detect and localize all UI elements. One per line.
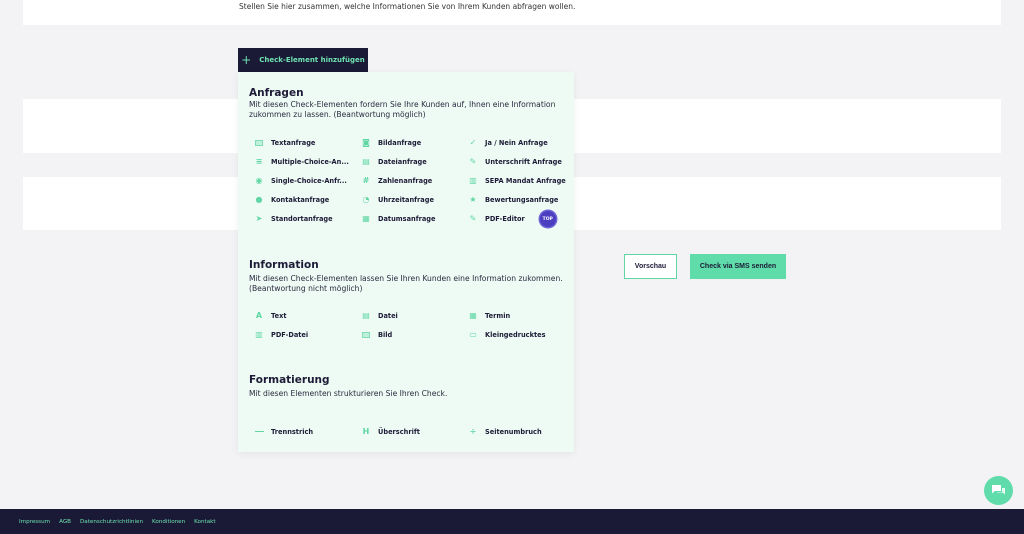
check-element-dropdown: Anfragen Mit diesen Check-Elementen ford… [238,72,574,452]
section-title-anfragen: Anfragen [249,87,304,99]
send-sms-button[interactable]: Check via SMS senden [690,254,786,279]
footer-link-datenschutz[interactable]: Datenschutzrichtlinien [80,519,143,525]
item-label: Bewertungsanfrage [485,196,559,205]
pdf-icon: ▥ [255,329,263,339]
item-uhrzeitanfrage[interactable]: ◔ Uhrzeitanfrage [361,191,468,210]
item-label: Textanfrage [271,138,316,147]
item-datumsanfrage[interactable]: ▦ Datumsanfrage [361,210,468,229]
section-desc-anfragen: Mit diesen Check-Elementen fordern Sie I… [249,100,556,119]
anfragen-grid: Textanfrage ◙ Bildanfrage ✓ Ja / Nein An… [254,133,572,229]
add-check-element-button[interactable]: + Check-Element hinzufügen [238,48,368,72]
footer-link-impressum[interactable]: Impressum [19,519,50,525]
item-label: Standortanfrage [271,215,333,224]
item-label: Seitenumbruch [485,427,542,436]
footer: Impressum AGB Datenschutzrichtlinien Kon… [0,509,1024,534]
item-label: PDF-Datei [271,330,309,339]
item-unterschrift-anfrage[interactable]: ✎ Unterschrift Anfrage [468,152,572,171]
calendar-icon: ▦ [469,310,477,320]
item-kleingedrucktes[interactable]: ▭ Kleingedrucktes [468,325,572,344]
page-break-icon: ÷ [469,426,477,436]
item-label: Termin [485,311,511,320]
calendar-icon: ▦ [362,214,370,224]
item-pdf-editor[interactable]: ✎ PDF-Editor TOP [468,210,572,229]
item-ueberschrift[interactable]: H Überschrift [361,422,468,441]
list-icon: ≡ [255,156,263,166]
file-upload-icon: ▤ [362,156,370,166]
item-pdf-datei[interactable]: ▥ PDF-Datei [254,325,361,344]
item-datei[interactable]: ▤ Datei [361,306,468,325]
item-label: Dateianfrage [378,157,427,166]
section-title-formatierung: Formatierung [249,374,330,386]
footer-link-agb[interactable]: AGB [59,519,71,525]
item-label: Kleingedrucktes [485,330,546,339]
add-check-element-label: Check-Element hinzufügen [259,56,365,64]
item-bildanfrage[interactable]: ◙ Bildanfrage [361,133,468,152]
item-label: PDF-Editor [485,215,525,224]
item-multiple-choice-anfrage[interactable]: ≡ Multiple-Choice-An... [254,152,361,171]
item-seitenumbruch[interactable]: ÷ Seitenumbruch [468,422,572,441]
item-label: SEPA Mandat Anfrage [485,176,566,185]
heading-icon: H [362,426,370,436]
item-termin[interactable]: ▦ Termin [468,306,572,325]
item-label: Überschrift [378,427,420,436]
camera-icon: ◙ [362,137,370,147]
top-badge: TOP [539,211,556,228]
item-label: Zahlenanfrage [378,176,433,185]
location-arrow-icon: ➤ [255,214,263,224]
preview-button[interactable]: Vorschau [624,254,677,279]
item-text[interactable]: A Text [254,306,361,325]
item-ja-nein-anfrage[interactable]: ✓ Ja / Nein Anfrage [468,133,572,152]
item-zahlenanfrage[interactable]: # Zahlenanfrage [361,171,468,190]
intro-text: Stellen Sie hier zusammen, welche Inform… [239,2,576,11]
item-textanfrage[interactable]: Textanfrage [254,133,361,152]
check-icon: ✓ [469,137,477,147]
item-bild[interactable]: Bild [361,325,468,344]
clock-icon: ◔ [362,195,370,205]
information-grid: A Text ▤ Datei ▦ Termin ▥ PDF-Datei Bild… [254,306,572,344]
item-kontaktanfrage[interactable]: ● Kontaktanfrage [254,191,361,210]
item-label: Single-Choice-Anfr... [271,176,347,185]
item-label: Multiple-Choice-An... [271,157,349,166]
item-label: Text [271,311,287,320]
chat-button[interactable] [984,476,1013,505]
section-desc-information: Mit diesen Check-Elementen lassen Sie Ih… [249,274,563,293]
pen-icon: ✎ [469,156,477,166]
item-sepa-mandat-anfrage[interactable]: ▥ SEPA Mandat Anfrage [468,171,572,190]
star-icon: ★ [469,195,477,205]
chat-icon [992,485,1005,495]
radio-icon: ◉ [255,175,263,185]
item-standortanfrage[interactable]: ➤ Standortanfrage [254,210,361,229]
document-icon: ▥ [469,175,477,185]
formatierung-grid: Trennstrich H Überschrift ÷ Seitenumbruc… [254,422,572,441]
person-icon: ● [255,195,263,205]
text-field-icon [254,138,264,148]
item-single-choice-anfrage[interactable]: ◉ Single-Choice-Anfr... [254,171,361,190]
pen-icon: ✎ [469,214,477,224]
item-label: Ja / Nein Anfrage [485,138,548,147]
footer-link-konditionen[interactable]: Konditionen [152,519,185,525]
item-label: Bildanfrage [378,138,422,147]
section-desc-formatierung: Mit diesen Elementen strukturieren Sie I… [249,389,448,398]
item-dateianfrage[interactable]: ▤ Dateianfrage [361,152,468,171]
small-print-icon: ▭ [469,329,477,339]
item-trennstrich[interactable]: Trennstrich [254,422,361,441]
item-label: Kontaktanfrage [271,196,330,205]
item-label: Uhrzeitanfrage [378,196,434,205]
section-title-information: Information [249,259,319,271]
intro-card: Stellen Sie hier zusammen, welche Inform… [23,0,1001,25]
item-bewertungsanfrage[interactable]: ★ Bewertungsanfrage [468,191,572,210]
divider-icon [254,427,264,437]
file-icon: ▤ [362,310,370,320]
image-icon [361,330,371,340]
item-label: Datei [378,311,398,320]
footer-link-kontakt[interactable]: Kontakt [194,519,215,525]
item-label: Unterschrift Anfrage [485,157,562,166]
plus-icon: + [241,53,252,67]
number-icon: # [362,175,370,185]
item-label: Datumsanfrage [378,215,436,224]
item-label: Bild [378,330,393,339]
text-icon: A [255,310,263,320]
item-label: Trennstrich [271,427,314,436]
